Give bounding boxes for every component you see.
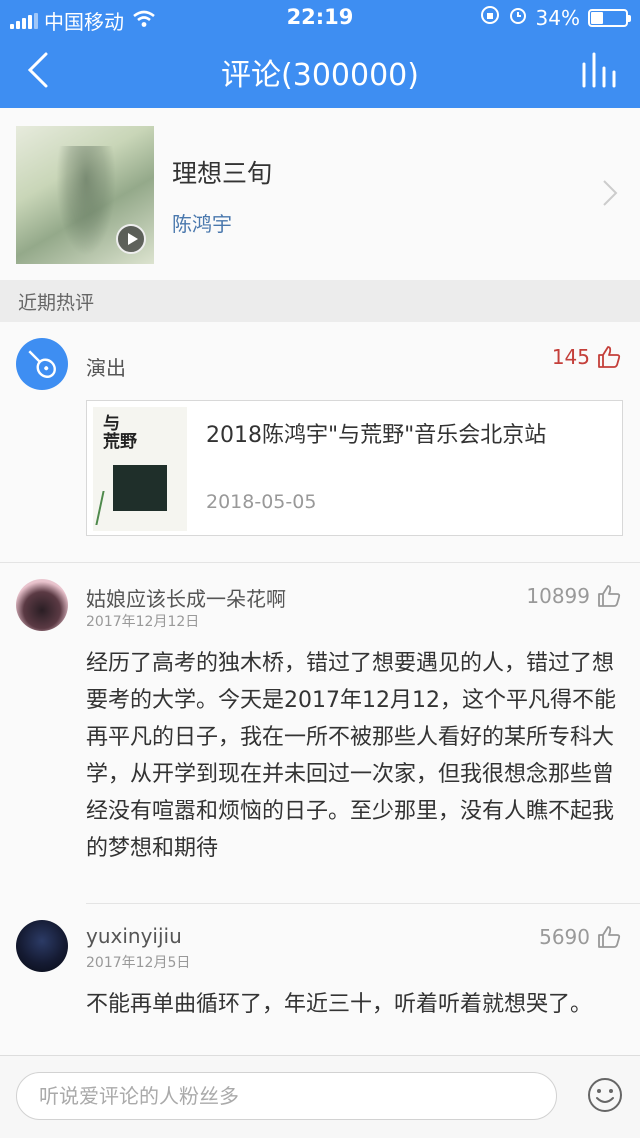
comment-item: 演出 145 与荒野 2018陈鸿宇"与荒野"音乐会北京站 2018-05-05 (0, 322, 640, 562)
like-button[interactable]: 145 (552, 344, 622, 370)
username[interactable]: 姑娘应该长成一朵花啊 (86, 583, 286, 612)
event-title: 2018陈鸿宇"与荒野"音乐会北京站 (206, 423, 547, 448)
avatar[interactable] (16, 920, 68, 972)
event-date: 2018-05-05 (206, 491, 317, 513)
like-count: 5690 (539, 925, 590, 949)
bar-chart-icon (582, 52, 616, 88)
play-icon[interactable] (116, 224, 146, 254)
event-card[interactable]: 与荒野 2018陈鸿宇"与荒野"音乐会北京站 2018-05-05 (86, 400, 623, 536)
like-button[interactable]: 5690 (539, 924, 622, 950)
song-card[interactable]: 理想三旬 陈鸿宇 (0, 108, 640, 280)
thumb-up-icon (598, 346, 621, 368)
thumb-up-icon (598, 926, 621, 948)
event-poster: 与荒野 (93, 407, 187, 531)
smiley-icon[interactable] (586, 1076, 624, 1114)
avatar[interactable] (16, 579, 68, 631)
song-artist[interactable]: 陈鸿宇 (172, 208, 232, 237)
page-title: 评论(300000) (221, 58, 419, 93)
album-cover[interactable] (16, 126, 154, 264)
battery-percent: 34% (535, 5, 580, 30)
comment-text: 不能再单曲循环了，年近三十，听着听着就想哭了。 (86, 992, 593, 1017)
rotation-lock-icon (480, 5, 500, 30)
like-button[interactable]: 10899 (526, 583, 622, 609)
comment-text: 经历了高考的独木桥，错过了想要遇见的人，错过了想要考的大学。今天是2017年12… (86, 651, 616, 861)
guitar-icon (28, 350, 56, 378)
username[interactable]: 演出 (86, 352, 126, 381)
avatar[interactable] (16, 338, 68, 390)
section-header: 近期热评 (0, 280, 640, 322)
comment-list[interactable]: 演出 145 与荒野 2018陈鸿宇"与荒野"音乐会北京站 2018-05-05… (0, 322, 640, 1055)
comment-item: 姑娘应该长成一朵花啊 2017年12月12日 10899 经历了高考的独木桥，错… (0, 563, 640, 904)
chevron-right-icon (603, 180, 618, 206)
status-bar: 中国移动 22:19 34% (0, 0, 640, 36)
comment-date: 2017年12月5日 (86, 955, 191, 971)
comment-item: yuxinyijiu 2017年12月5日 5690 不能再单曲循环了，年近三十… (0, 904, 640, 1055)
comment-input[interactable] (16, 1072, 557, 1120)
like-count: 145 (551, 345, 590, 369)
like-count: 10899 (526, 584, 590, 608)
alarm-icon (508, 5, 528, 30)
song-title: 理想三旬 (172, 159, 273, 188)
battery-icon (588, 8, 631, 27)
thumb-up-icon (598, 585, 621, 607)
comment-date: 2017年12月12日 (86, 614, 200, 630)
username[interactable]: yuxinyijiu (86, 924, 182, 948)
comment-input-bar (0, 1055, 640, 1138)
top-bar: 中国移动 22:19 34% 评论(300000) (0, 0, 640, 108)
chart-button[interactable] (580, 50, 620, 90)
